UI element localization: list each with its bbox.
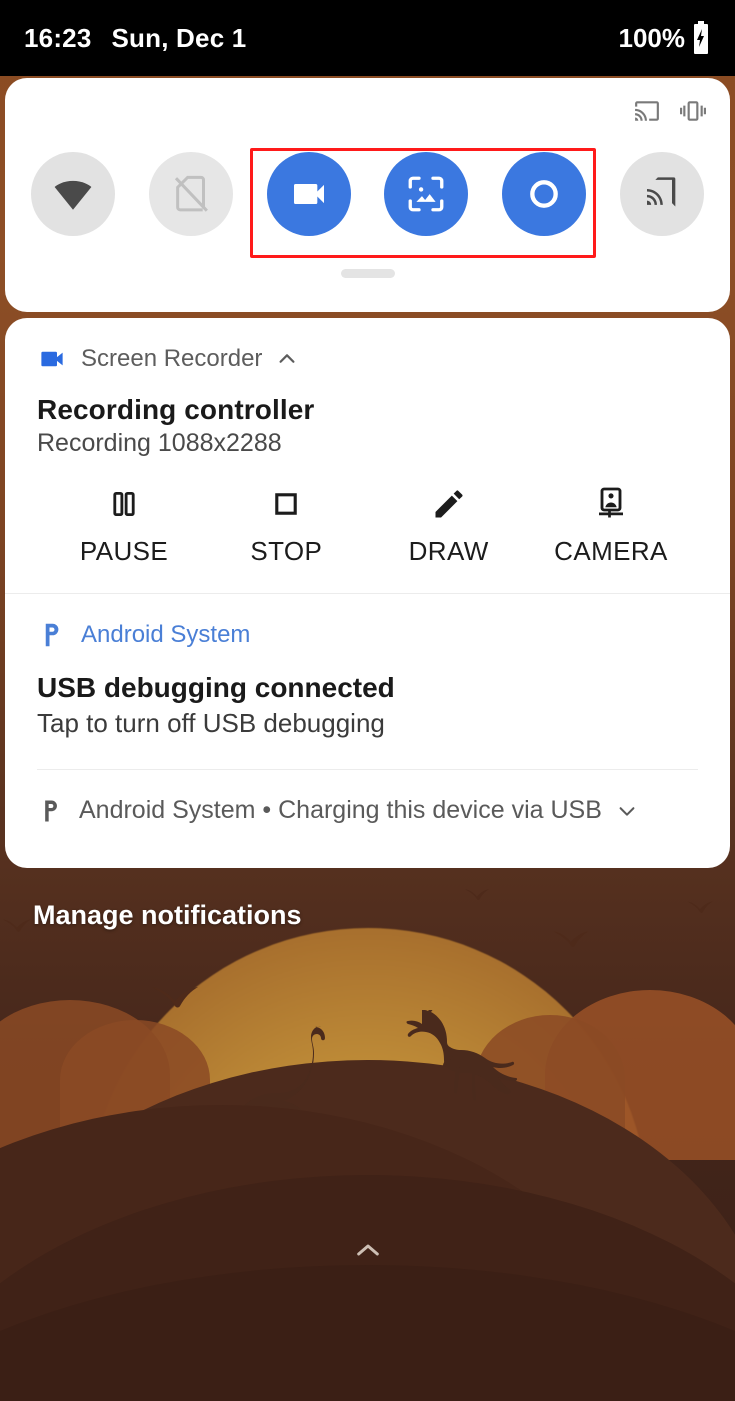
notification-body: Tap to turn off USB debugging <box>37 708 385 738</box>
android-system-icon <box>45 800 57 821</box>
status-bar: 16:23 Sun, Dec 1 100% <box>0 0 735 76</box>
quick-settings-status-icons <box>632 98 708 124</box>
notification-header[interactable]: Screen Recorder <box>37 318 698 374</box>
notification-screen-recorder[interactable]: Screen Recorder Recording controller Rec… <box>5 318 730 458</box>
pencil-icon <box>431 480 467 528</box>
screen-cast-icon <box>646 177 676 207</box>
cast-icon[interactable] <box>632 98 662 124</box>
wifi-tile[interactable] <box>31 152 115 236</box>
vibrate-icon[interactable] <box>678 98 708 124</box>
quick-settings-panel <box>5 78 730 312</box>
battery-charging-icon <box>694 21 708 54</box>
pause-icon <box>107 480 141 528</box>
bird-silhouette <box>3 919 31 932</box>
notification-app-name: Screen Recorder <box>81 345 263 372</box>
bird-silhouette <box>465 889 489 900</box>
battery-percent-label: 100% <box>618 22 686 53</box>
stop-action-button[interactable]: STOP <box>211 480 361 567</box>
status-bar-right: 100% <box>619 21 712 55</box>
notification-title: USB debugging connected <box>37 672 395 703</box>
wifi-icon <box>54 180 92 210</box>
record-tile[interactable] <box>502 152 587 236</box>
selfie-camera-icon <box>593 480 629 528</box>
pause-action-label: PAUSE <box>79 536 169 566</box>
notification-app-name: Android System <box>81 621 251 648</box>
bird-silhouette <box>553 931 589 947</box>
stop-icon <box>269 480 303 528</box>
notification-header[interactable]: Android System <box>37 594 698 650</box>
record-circle-icon <box>530 180 559 208</box>
qs-drag-handle[interactable] <box>340 269 395 278</box>
tyrannosaurus-silhouette <box>406 1010 518 1101</box>
notification-shade: Screen Recorder Recording controller Rec… <box>5 318 730 868</box>
bird-silhouette <box>687 901 713 913</box>
notification-summary: Android System • Charging this device vi… <box>79 796 602 824</box>
screen-record-tile[interactable] <box>266 152 351 236</box>
quick-settings-tiles <box>5 140 730 248</box>
videocam-icon <box>293 184 324 204</box>
chevron-down-icon[interactable] <box>616 800 638 822</box>
camera-action-button[interactable]: CAMERA <box>536 480 686 567</box>
camera-action-label: CAMERA <box>554 536 668 566</box>
draw-action-label: DRAW <box>408 536 489 566</box>
notification-actions: PAUSE STOP DRAW CAMERA <box>5 458 730 567</box>
status-clock: 16:23 <box>24 22 92 53</box>
draw-action-button[interactable]: DRAW <box>374 480 524 567</box>
screenshot-icon <box>408 176 444 212</box>
bird-silhouette <box>152 987 198 1008</box>
stop-action-label: STOP <box>250 536 323 566</box>
notification-usb-debugging[interactable]: Android System USB debugging connected T… <box>5 594 730 770</box>
notification-body: Recording 1088x2288 <box>37 429 282 457</box>
notification-charging-usb[interactable]: Android System • Charging this device vi… <box>5 770 730 825</box>
pause-action-button[interactable]: PAUSE <box>49 480 199 567</box>
android-system-icon <box>45 623 59 647</box>
screencast-tile[interactable] <box>619 152 704 236</box>
sim-tile[interactable] <box>148 152 233 236</box>
chevron-up-icon[interactable] <box>276 348 298 370</box>
status-bar-left: 16:23 Sun, Dec 1 <box>24 23 246 54</box>
videocam-icon <box>41 351 63 367</box>
manage-notifications-button[interactable]: Manage notifications <box>33 900 302 931</box>
status-date: Sun, Dec 1 <box>111 22 247 53</box>
chevron-up-icon <box>356 1244 379 1256</box>
screenshot-tile[interactable] <box>384 152 469 236</box>
no-sim-icon <box>174 175 208 212</box>
notification-title: Recording controller <box>37 394 315 425</box>
shade-collapse-handle[interactable] <box>346 1235 390 1265</box>
